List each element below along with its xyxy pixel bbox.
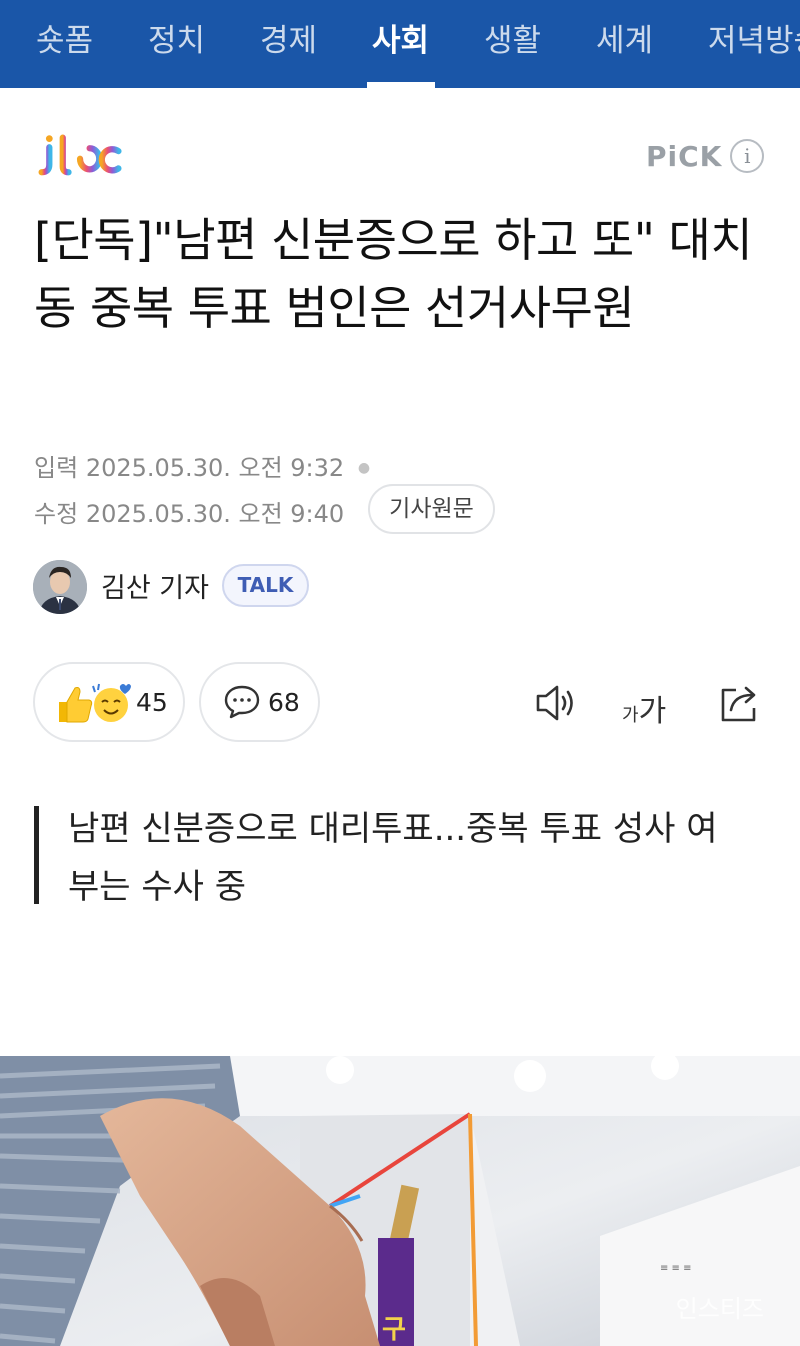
font-size-small-glyph: 가 [622,705,639,726]
tab-life[interactable]: 생활 [484,0,541,88]
tab-world[interactable]: 세계 [596,0,653,88]
font-size-button[interactable]: 가가 [622,686,667,729]
published-line: 입력 2025.05.30. 오전 9:32 ● [34,448,370,483]
tab-economy[interactable]: 경제 [260,0,317,88]
article-subheading: 남편 신분증으로 대리투표...중복 투표 성사 여부는 수사 중 [68,809,718,907]
svg-text:구: 구 [382,1315,406,1345]
author-avatar[interactable] [33,560,87,614]
pick-badge[interactable]: PiCK i [646,136,765,176]
modified-line: 수정 2025.05.30. 오전 9:40 [34,494,344,529]
tab-shortform[interactable]: 숏폼 [36,0,93,88]
pick-label: PiCK [646,139,723,173]
emoji-reactions-icon [59,683,131,723]
active-tab-indicator [367,82,435,88]
author-name[interactable]: 김산 기자 [101,566,209,605]
photo-watermark: 인스티즈 [675,1295,764,1323]
modified-date: 2025.05.30. 오전 9:40 [85,500,345,528]
separator-dot: ● [357,460,371,476]
talk-button[interactable]: TALK [222,564,309,607]
reaction-button[interactable]: 45 [33,662,185,742]
share-icon[interactable] [718,680,764,726]
font-size-large-glyph: 가 [638,694,667,729]
tab-society[interactable]: 사회 [372,0,429,88]
svg-text:≡ ≡ ≡: ≡ ≡ ≡ [660,1263,692,1274]
comment-button[interactable]: 68 [199,662,320,742]
subheading-bar [34,806,39,904]
category-nav: 숏폼 정치 경제 사회 생활 세계 저녁방송 [0,0,800,88]
info-icon[interactable]: i [730,139,765,173]
published-date: 2025.05.30. 오전 9:32 [85,454,345,482]
comment-count: 68 [268,688,300,717]
published-label: 입력 [34,454,79,482]
modified-label: 수정 [34,500,79,528]
original-article-button[interactable]: 기사원문 [368,484,495,534]
speaker-icon[interactable] [533,680,579,726]
tab-politics[interactable]: 정치 [148,0,205,88]
jtbc-logo[interactable] [36,130,126,178]
tab-evening-broadcast[interactable]: 저녁방송 [708,0,800,88]
article-photo[interactable]: ≡ ≡ ≡ 구 인스티즈 [0,1056,800,1346]
article-headline: [단독]"남편 신분증으로 하고 또" 대치동 중복 투표 범인은 선거사무원 [34,213,753,335]
comment-icon [224,685,260,719]
reaction-count: 45 [136,688,168,717]
